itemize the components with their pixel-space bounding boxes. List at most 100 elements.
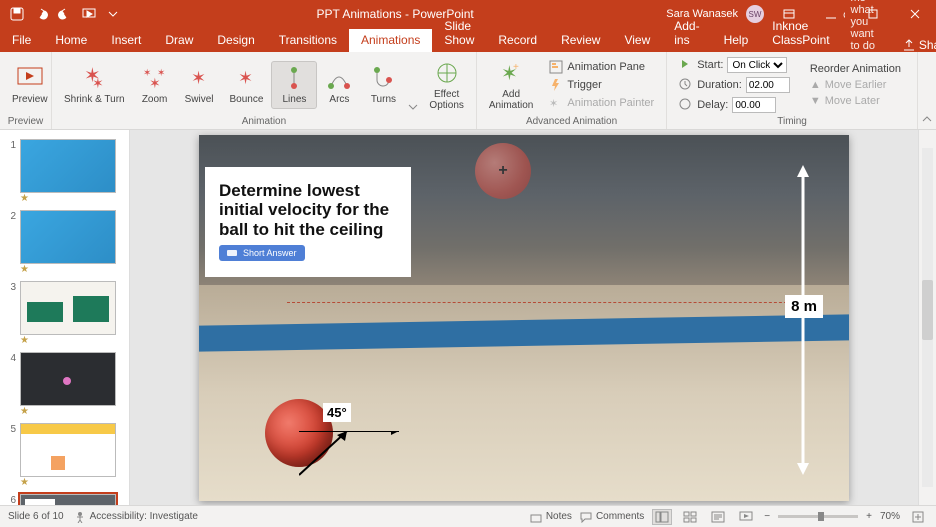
tab-draw[interactable]: Draw — [153, 29, 205, 52]
slideshow-view-button[interactable] — [736, 509, 756, 525]
question-text: Determine lowest initial velocity for th… — [219, 181, 397, 240]
trigger-label: Trigger — [567, 79, 601, 91]
start-select[interactable]: On Click — [727, 57, 787, 73]
thumb-number: 3 — [6, 281, 16, 346]
sorter-view-button[interactable] — [680, 509, 700, 525]
angle-label[interactable]: 45° — [323, 403, 351, 422]
effect-options-button[interactable]: Effect Options — [421, 57, 471, 113]
thumb-number: 4 — [6, 352, 16, 417]
zoom-slider[interactable] — [778, 515, 858, 518]
height-label[interactable]: 8 m — [785, 295, 823, 318]
move-earlier-button[interactable]: ▲ Move Earlier — [806, 78, 905, 92]
effect-turns[interactable]: Turns — [361, 62, 405, 108]
tab-slideshow[interactable]: Slide Show — [432, 15, 486, 52]
effect-shrink-turn[interactable]: ✶✶Shrink & Turn — [56, 62, 133, 108]
slide[interactable]: Determine lowest initial velocity for th… — [199, 135, 849, 501]
animation-gallery-more[interactable] — [405, 54, 421, 116]
plus-icon: + — [498, 162, 507, 180]
notes-button[interactable]: Notes — [530, 511, 572, 523]
thumb-number: 2 — [6, 210, 16, 275]
zoom-in-button[interactable]: + — [866, 511, 872, 522]
animation-pane-button[interactable]: Animation Pane — [545, 59, 658, 75]
tell-me-label: Tell me what you want to do — [851, 0, 883, 52]
fit-to-window-button[interactable] — [908, 509, 928, 525]
svg-text:✶: ✶ — [549, 98, 558, 110]
tab-inknoe[interactable]: Inknoe ClassPoint — [760, 15, 841, 52]
anim-indicator-icon: ★ — [20, 264, 116, 275]
vertical-scrollbar[interactable] — [918, 130, 936, 505]
motion-path-guide[interactable] — [287, 302, 807, 303]
slide-thumb-1[interactable] — [20, 139, 116, 193]
effect-bounce[interactable]: ✶ Bounce — [222, 62, 272, 108]
accessibility-status[interactable]: Accessibility: Investigate — [74, 511, 198, 523]
add-animation-label: Add Animation — [489, 90, 533, 111]
tab-insert[interactable]: Insert — [99, 29, 153, 52]
thumb-number: 5 — [6, 423, 16, 488]
preview-button[interactable]: Preview — [4, 62, 56, 108]
tab-view[interactable]: View — [612, 29, 662, 52]
qat-more[interactable] — [102, 3, 124, 25]
effect-label: Lines — [282, 95, 306, 106]
zoom-out-button[interactable]: − — [764, 511, 770, 522]
tab-file[interactable]: File — [0, 29, 43, 52]
height-arrow[interactable] — [793, 165, 813, 475]
svg-text:✶: ✶ — [191, 68, 206, 88]
slide-thumb-4[interactable] — [20, 352, 116, 406]
velocity-arrows[interactable] — [299, 431, 419, 481]
delay-input[interactable] — [732, 97, 776, 113]
ball-end-marker[interactable]: + — [475, 143, 531, 199]
svg-text:✶: ✶ — [238, 68, 253, 88]
tell-me[interactable]: Tell me what you want to do — [842, 0, 893, 52]
zoom-level[interactable]: 70% — [880, 511, 900, 522]
animation-painter-button[interactable]: ✶Animation Painter — [545, 95, 658, 111]
accessibility-label: Accessibility: Investigate — [90, 511, 198, 522]
slide-thumb-2[interactable] — [20, 210, 116, 264]
delay-label: Delay: — [697, 99, 728, 111]
collapse-ribbon[interactable] — [918, 52, 936, 129]
slide-thumbnail-panel[interactable]: 1★ 2★ 3★ 4★ 5★ 6★ — [0, 130, 130, 505]
redo-button[interactable] — [54, 3, 76, 25]
effect-lines[interactable]: Lines — [271, 61, 317, 109]
tab-design[interactable]: Design — [205, 29, 266, 52]
slide-thumb-3[interactable] — [20, 281, 116, 335]
effect-options-label: Effect Options — [429, 90, 463, 111]
animation-pane-label: Animation Pane — [567, 61, 645, 73]
tab-transitions[interactable]: Transitions — [267, 29, 349, 52]
start-label: Start: — [697, 59, 723, 71]
tab-animations[interactable]: Animations — [349, 29, 432, 52]
tab-home[interactable]: Home — [43, 29, 99, 52]
slide-thumb-6[interactable] — [20, 494, 116, 505]
slide-canvas[interactable]: Determine lowest initial velocity for th… — [130, 130, 918, 505]
tab-addins[interactable]: Add-ins — [662, 15, 711, 52]
effect-label: Bounce — [230, 95, 264, 106]
add-animation-button[interactable]: ✶+Add Animation — [481, 57, 541, 113]
autosave-toggle[interactable] — [6, 3, 28, 25]
effect-label: Zoom — [142, 95, 168, 106]
anim-indicator-icon: ★ — [20, 406, 116, 417]
effect-arcs[interactable]: Arcs — [317, 62, 361, 108]
effect-label: Arcs — [329, 95, 349, 106]
slide-thumb-5[interactable] — [20, 423, 116, 477]
tab-review[interactable]: Review — [549, 29, 612, 52]
move-later-button[interactable]: ▼ Move Later — [806, 94, 905, 108]
normal-view-button[interactable] — [652, 509, 672, 525]
comments-button[interactable]: Comments — [580, 511, 644, 523]
group-animation-label: Animation — [56, 116, 472, 129]
close-button[interactable] — [898, 0, 932, 28]
duration-input[interactable] — [746, 77, 790, 93]
share-button[interactable]: Share — [893, 38, 936, 52]
present-button[interactable] — [78, 3, 100, 25]
tab-record[interactable]: Record — [486, 29, 549, 52]
trigger-button[interactable]: Trigger — [545, 77, 658, 93]
duration-label: Duration: — [697, 79, 742, 91]
group-timing-label: Timing — [671, 116, 913, 129]
effect-zoom[interactable]: ✶✶✶Zoom — [133, 62, 177, 108]
reading-view-button[interactable] — [708, 509, 728, 525]
effect-swivel[interactable]: ✶Swivel — [177, 62, 222, 108]
undo-button[interactable] — [30, 3, 52, 25]
tab-help[interactable]: Help — [712, 29, 761, 52]
short-answer-button[interactable]: Short Answer — [219, 245, 305, 261]
question-textbox[interactable]: Determine lowest initial velocity for th… — [205, 167, 411, 278]
preview-label: Preview — [12, 95, 48, 106]
svg-text:+: + — [513, 62, 519, 73]
